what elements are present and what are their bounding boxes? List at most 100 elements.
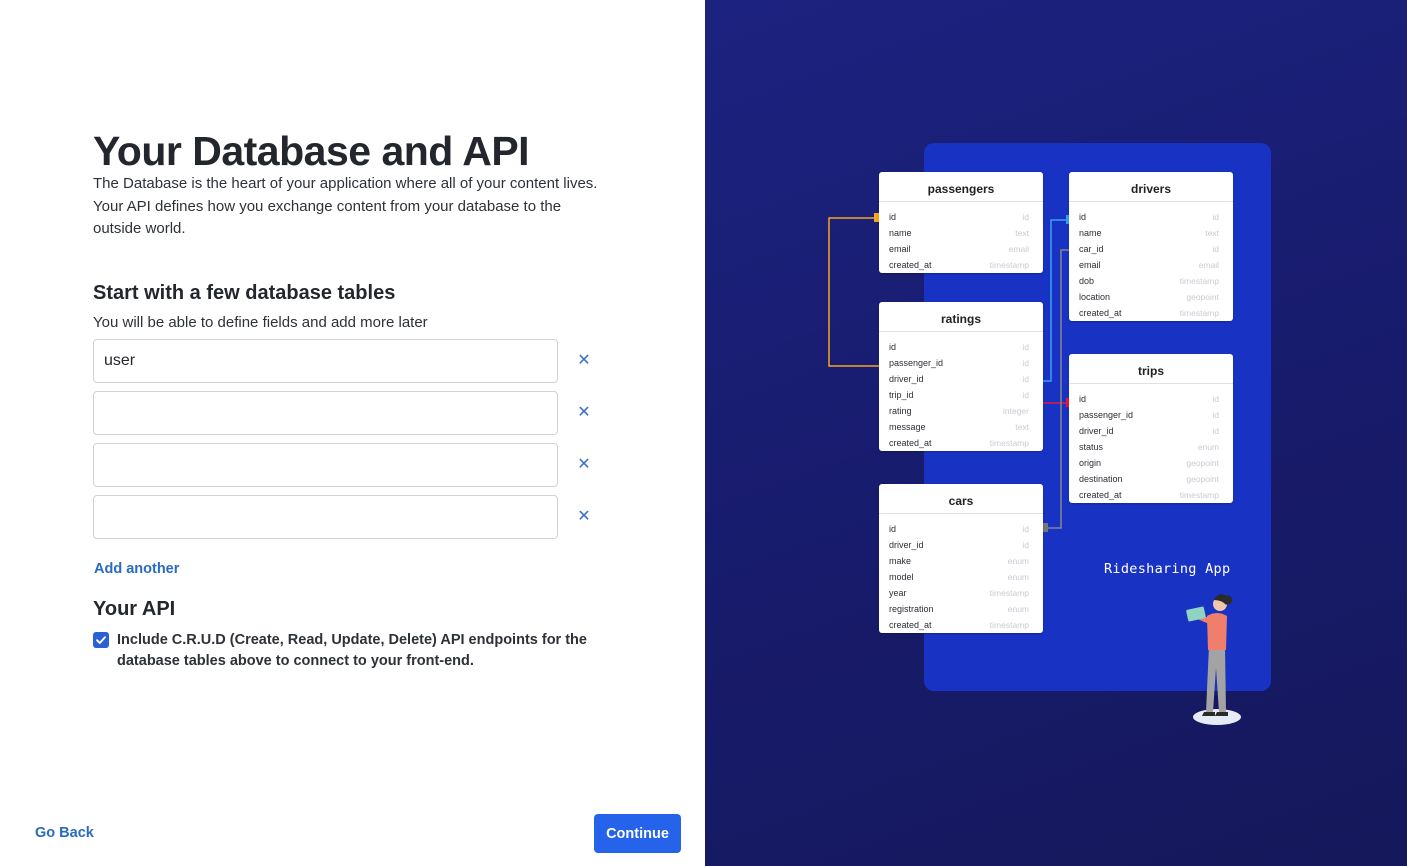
field-name: location [1079, 292, 1111, 302]
field-name: status [1079, 442, 1104, 452]
app-label: Ridesharing App [1104, 561, 1231, 577]
field-name: make [889, 556, 912, 566]
remove-table-icon[interactable]: ✕ [576, 351, 592, 371]
table-name-input-2[interactable] [93, 391, 558, 435]
table-name-input-1[interactable] [93, 339, 558, 383]
field-type: enum [1197, 442, 1219, 452]
table-field: make enum [879, 553, 1043, 569]
field-type: id [1212, 410, 1219, 420]
table-field: registration enum [879, 601, 1043, 617]
field-name: driver_id [889, 374, 924, 384]
field-type: timestamp [1179, 276, 1219, 286]
crud-checkbox[interactable] [93, 632, 109, 648]
field-type: timestamp [989, 588, 1029, 598]
field-type: id [1022, 358, 1029, 368]
table-fields: id id driver_id id make enum model enum year… [879, 514, 1043, 633]
diagram-table-ratings: ratings id id passenger_id id driver_id id … [879, 302, 1043, 451]
table-field: driver_id id [879, 371, 1043, 387]
field-name: id [889, 342, 897, 352]
table-field: status enum [1069, 439, 1233, 455]
table-header: trips [1069, 354, 1233, 384]
table-field: passenger_id id [879, 355, 1043, 371]
table-field: model enum [879, 569, 1043, 585]
api-heading: Your API [93, 598, 176, 620]
table-field: trip_id id [879, 387, 1043, 403]
table-fields: id id passenger_id id driver_id id trip_id i… [879, 332, 1043, 451]
table-field: driver_id id [1069, 423, 1233, 439]
field-type: id [1022, 540, 1029, 550]
add-another-link[interactable]: Add another [94, 561, 179, 577]
table-header: cars [879, 484, 1043, 514]
field-name: message [889, 422, 926, 432]
table-fields: id id passenger_id id driver_id id status en… [1069, 384, 1233, 503]
field-name: id [1079, 394, 1087, 404]
crud-checkbox-label[interactable]: Include C.R.U.D (Create, Read, Update, D… [117, 630, 597, 672]
field-type: text [1205, 228, 1219, 238]
table-name-input-4[interactable] [93, 495, 558, 539]
field-type: timestamp [1179, 490, 1219, 500]
field-type: id [1212, 426, 1219, 436]
field-type: enum [1007, 572, 1029, 582]
diagram-table-drivers: drivers id id name text car_id id email emai… [1069, 172, 1233, 321]
field-name: model [889, 572, 914, 582]
table-field: created_at timestamp [879, 617, 1043, 633]
table-field: created_at timestamp [1069, 487, 1233, 503]
field-type: timestamp [989, 260, 1029, 270]
table-field: passenger_id id [1069, 407, 1233, 423]
person-with-tablet-illustration [1186, 594, 1241, 725]
table-fields: id id name text email email created_at times… [879, 202, 1043, 273]
table-name-input-3[interactable] [93, 443, 558, 487]
table-field: rating integer [879, 403, 1043, 419]
field-name: name [889, 228, 912, 238]
field-type: email [1198, 260, 1219, 270]
field-name: registration [889, 604, 934, 614]
field-type: geopoint [1186, 458, 1219, 468]
field-type: id [1212, 394, 1219, 404]
table-field: driver_id id [879, 537, 1043, 553]
field-type: id [1022, 390, 1029, 400]
table-field: dob timestamp [1069, 273, 1233, 289]
go-back-link[interactable]: Go Back [35, 825, 94, 841]
field-name: driver_id [889, 540, 924, 550]
table-field: created_at timestamp [879, 257, 1043, 273]
tables-subtext: You will be able to define fields and ad… [93, 314, 428, 331]
table-header: drivers [1069, 172, 1233, 202]
diagram-table-cars: cars id id driver_id id make enum model enum… [879, 484, 1043, 633]
remove-table-icon[interactable]: ✕ [576, 403, 592, 423]
tables-heading: Start with a few database tables [93, 282, 396, 304]
setup-form-pane: Your Database and API The Database is th… [0, 0, 705, 866]
table-fields: id id name text car_id id email email dob tim… [1069, 202, 1233, 321]
field-name: id [889, 524, 897, 534]
checkmark-icon [96, 636, 106, 644]
table-field: year timestamp [879, 585, 1043, 601]
table-field: id id [879, 339, 1043, 355]
field-name: dob [1079, 276, 1095, 286]
field-type: enum [1007, 556, 1029, 566]
field-name: created_at [1079, 490, 1122, 500]
field-type: timestamp [989, 438, 1029, 448]
table-relationship-lines [828, 213, 1075, 532]
continue-button[interactable]: Continue [594, 814, 681, 853]
field-type: integer [1003, 406, 1029, 416]
remove-table-icon[interactable]: ✕ [576, 507, 592, 527]
field-name: id [1079, 212, 1087, 222]
field-type: timestamp [989, 620, 1029, 630]
field-name: passenger_id [889, 358, 944, 368]
field-name: rating [889, 406, 912, 416]
diagram-table-passengers: passengers id id name text email email crea… [879, 172, 1043, 273]
field-type: timestamp [1179, 308, 1219, 318]
field-name: email [889, 244, 911, 254]
diagram-table-trips: trips id id passenger_id id driver_id id st… [1069, 354, 1233, 503]
table-field: name text [879, 225, 1043, 241]
table-field: car_id id [1069, 241, 1233, 257]
field-name: name [1079, 228, 1102, 238]
field-type: text [1015, 228, 1029, 238]
table-field: id id [879, 209, 1043, 225]
remove-table-icon[interactable]: ✕ [576, 455, 592, 475]
table-field: location geopoint [1069, 289, 1233, 305]
page-title: Your Database and API [93, 128, 530, 174]
field-name: destination [1079, 474, 1123, 484]
table-row: ✕ [93, 443, 603, 487]
field-name: origin [1079, 458, 1102, 468]
car-link-line [1043, 249, 1069, 529]
